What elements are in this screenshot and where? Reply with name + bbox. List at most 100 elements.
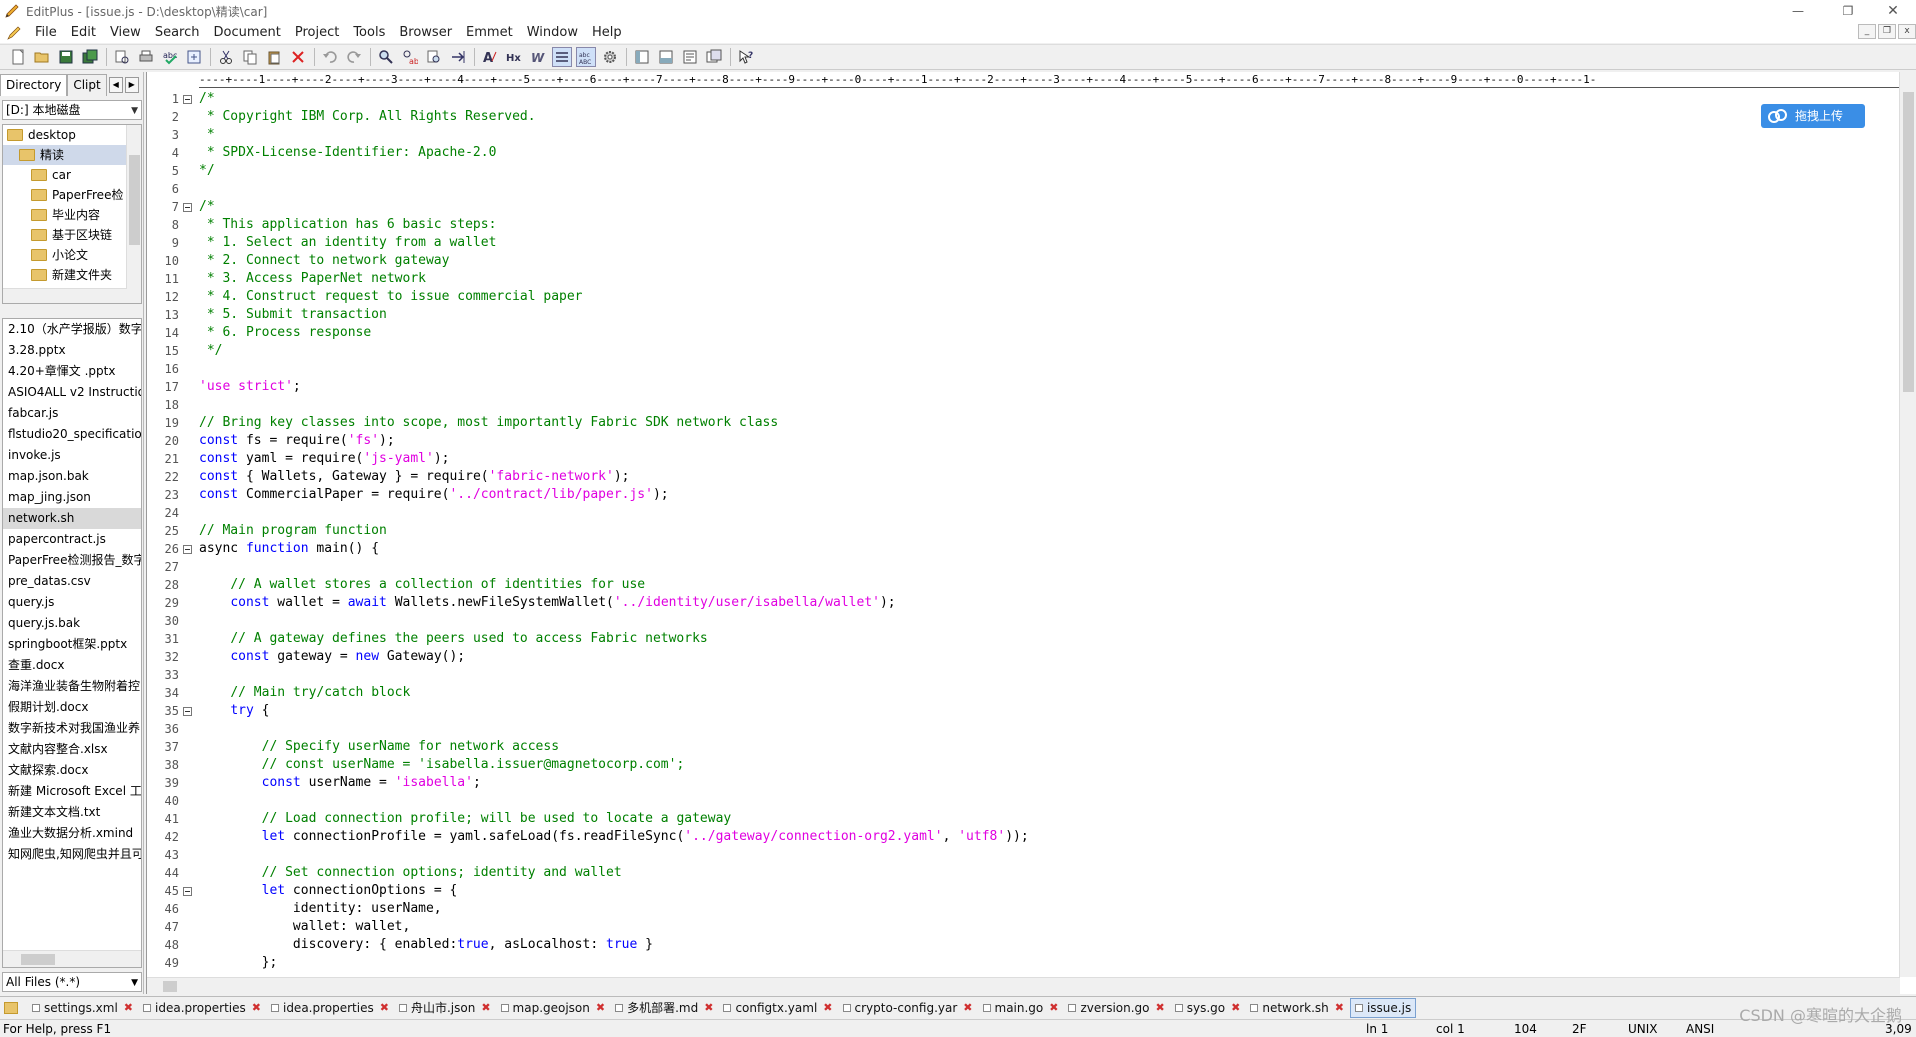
directory-window-icon[interactable] xyxy=(632,47,652,67)
directory-item[interactable]: desktop xyxy=(3,125,141,145)
redo-icon[interactable] xyxy=(344,47,364,67)
spell-check-icon[interactable]: abc xyxy=(160,47,180,67)
file-list-item[interactable]: query.js.bak xyxy=(3,613,141,634)
file-list-horizontal-scrollbar[interactable] xyxy=(3,950,141,967)
document-tab[interactable]: idea.properties ✖ xyxy=(267,998,393,1018)
close-tab-icon[interactable]: ✖ xyxy=(1156,1001,1165,1014)
folder-icon[interactable] xyxy=(4,1001,18,1014)
file-list-item[interactable]: 查重.docx xyxy=(3,655,141,676)
close-tab-icon[interactable]: ✖ xyxy=(596,1001,605,1014)
fold-toggle-icon[interactable] xyxy=(183,887,192,896)
document-tab[interactable]: 多机部署.md ✖ xyxy=(611,998,717,1018)
menu-edit[interactable]: Edit xyxy=(64,22,103,43)
save-icon[interactable] xyxy=(56,47,76,67)
tree-horizontal-scrollbar[interactable] xyxy=(3,288,127,303)
print-icon[interactable] xyxy=(136,47,156,67)
cliptext-window-icon[interactable] xyxy=(680,47,700,67)
menu-file[interactable]: File xyxy=(28,22,64,43)
menu-emmet[interactable]: Emmet xyxy=(459,22,520,43)
maximize-button[interactable]: ❐ xyxy=(1825,0,1871,22)
menu-tools[interactable]: Tools xyxy=(346,22,392,43)
paste-icon[interactable] xyxy=(264,47,284,67)
document-tab[interactable]: settings.xml ✖ xyxy=(28,998,137,1018)
file-list-item[interactable]: fabcar.js xyxy=(3,403,141,424)
minimize-button[interactable]: — xyxy=(1775,0,1821,22)
document-tab[interactable]: sys.go ✖ xyxy=(1171,998,1245,1018)
close-tab-icon[interactable]: ✖ xyxy=(704,1001,713,1014)
document-tab[interactable]: main.go ✖ xyxy=(979,998,1063,1018)
full-screen-icon[interactable] xyxy=(704,47,724,67)
document-tab[interactable]: idea.properties ✖ xyxy=(139,998,265,1018)
mdi-restore-button[interactable]: ❐ xyxy=(1878,24,1896,39)
fold-toggle-icon[interactable] xyxy=(183,203,192,212)
file-list-item[interactable]: 渔业大数据分析.xmind xyxy=(3,823,141,844)
tab-cliptext[interactable]: Clipt xyxy=(67,74,107,96)
directory-item[interactable]: 精读 xyxy=(3,145,141,165)
file-list-item[interactable]: 3.28.pptx xyxy=(3,340,141,361)
close-tab-icon[interactable]: ✖ xyxy=(380,1001,389,1014)
menu-project[interactable]: Project xyxy=(288,22,346,43)
print-preview-icon[interactable] xyxy=(112,47,132,67)
new-file-icon[interactable] xyxy=(8,47,28,67)
menu-view[interactable]: View xyxy=(103,22,148,43)
close-tab-icon[interactable]: ✖ xyxy=(1335,1001,1344,1014)
file-list-item[interactable]: PaperFree检测报告_数字 xyxy=(3,550,141,571)
menu-browser[interactable]: Browser xyxy=(392,22,459,43)
goto-line-icon[interactable] xyxy=(448,47,468,67)
close-tab-icon[interactable]: ✖ xyxy=(252,1001,261,1014)
menu-help[interactable]: Help xyxy=(585,22,629,43)
directory-item[interactable]: car xyxy=(3,165,141,185)
file-list-item[interactable]: 新建文本文档.txt xyxy=(3,802,141,823)
line-number-icon[interactable] xyxy=(552,47,572,67)
undo-icon[interactable] xyxy=(320,47,340,67)
file-list-item[interactable]: 文献内容整合.xlsx xyxy=(3,739,141,760)
file-list-item[interactable]: flstudio20_specificatior xyxy=(3,424,141,445)
open-folder-icon[interactable] xyxy=(32,47,52,67)
file-list-item[interactable]: 假期计划.docx xyxy=(3,697,141,718)
code-area[interactable]: /* * Copyright IBM Corp. All Rights Rese… xyxy=(199,90,1889,974)
menu-window[interactable]: Window xyxy=(520,22,585,43)
document-tab[interactable]: zversion.go ✖ xyxy=(1064,998,1168,1018)
file-list-item[interactable]: 4.20+章惲文 .pptx xyxy=(3,361,141,382)
directory-item[interactable]: 小论文 xyxy=(3,245,141,265)
output-window-icon[interactable] xyxy=(656,47,676,67)
close-tab-icon[interactable]: ✖ xyxy=(481,1001,490,1014)
document-tab[interactable]: map.geojson ✖ xyxy=(497,998,610,1018)
menu-search[interactable]: Search xyxy=(148,22,207,43)
code-editor[interactable]: ----+----1----+----2----+----3----+----4… xyxy=(146,72,1916,994)
file-list-item[interactable]: invoke.js xyxy=(3,445,141,466)
file-list-item[interactable]: 文献探索.docx xyxy=(3,760,141,781)
close-tab-icon[interactable]: ✖ xyxy=(1231,1001,1240,1014)
file-list-item[interactable]: springboot框架.pptx xyxy=(3,634,141,655)
scroll-thumb[interactable] xyxy=(21,954,55,965)
file-list-item[interactable]: 知网爬虫,知网爬虫并且可 xyxy=(3,844,141,865)
replace-icon[interactable]: ab xyxy=(400,47,420,67)
file-list-item[interactable]: pre_datas.csv xyxy=(3,571,141,592)
editor-vertical-scrollbar[interactable] xyxy=(1899,72,1916,977)
settings-gear-icon[interactable] xyxy=(600,47,620,67)
close-button[interactable]: ✕ xyxy=(1870,0,1916,22)
file-list-item[interactable]: 2.10（水产学报版）数字 xyxy=(3,319,141,340)
close-tab-icon[interactable]: ✖ xyxy=(963,1001,972,1014)
scroll-thumb[interactable] xyxy=(1903,92,1914,392)
mdi-minimize-button[interactable]: _ xyxy=(1858,24,1876,39)
font-icon[interactable]: A xyxy=(480,47,500,67)
scroll-thumb[interactable] xyxy=(163,981,177,992)
file-list-item[interactable]: ASIO4ALL v2 Instructio xyxy=(3,382,141,403)
copy-icon[interactable] xyxy=(240,47,260,67)
upload-button[interactable]: 拖拽上传 xyxy=(1761,104,1865,128)
save-all-icon[interactable] xyxy=(80,47,100,67)
file-list-item[interactable]: network.sh xyxy=(3,508,141,529)
document-tab[interactable]: crypto-config.yar ✖ xyxy=(839,998,977,1018)
document-pen-icon[interactable] xyxy=(6,25,22,41)
close-tab-icon[interactable]: ✖ xyxy=(1049,1001,1058,1014)
document-tab[interactable]: issue.js xyxy=(1349,997,1417,1018)
fold-toggle-icon[interactable] xyxy=(183,95,192,104)
file-list-item[interactable]: query.js xyxy=(3,592,141,613)
cut-icon[interactable] xyxy=(216,47,236,67)
editor-horizontal-scrollbar[interactable] xyxy=(147,977,1900,994)
column-select-icon[interactable]: abc ABC xyxy=(576,47,596,67)
find-icon[interactable] xyxy=(376,47,396,67)
tab-scroll-right-icon[interactable]: ▶ xyxy=(124,77,139,93)
tab-scroll-left-icon[interactable]: ◀ xyxy=(108,77,123,93)
